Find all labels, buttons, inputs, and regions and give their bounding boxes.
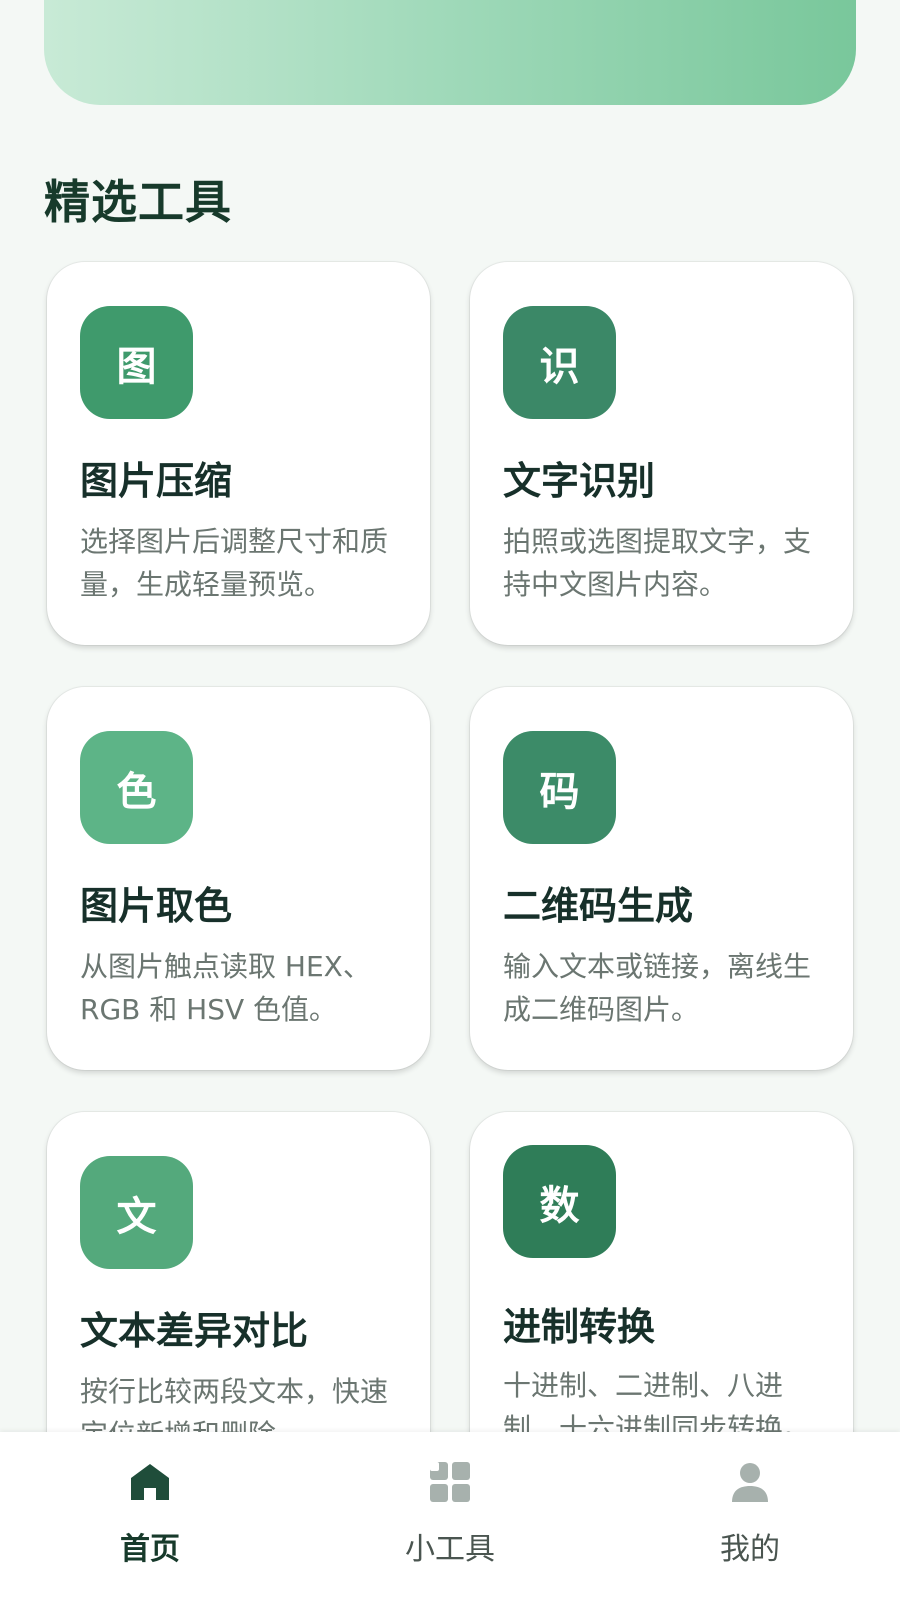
text-diff-icon: 文: [80, 1156, 193, 1269]
tab-me[interactable]: 我的: [650, 1432, 850, 1600]
card-title: 图片取色: [80, 884, 233, 928]
tool-card-image-compress[interactable]: 图 图片压缩 选择图片后调整尺寸和质量，生成轻量预览。: [47, 262, 430, 645]
card-description: 选择图片后调整尺寸和质量，生成轻量预览。: [80, 525, 389, 601]
tool-card-text-diff[interactable]: 文 文本差异对比 按行比较两段文本，快速定位新增和删除。: [47, 1112, 430, 1432]
tab-home[interactable]: 首页: [50, 1432, 250, 1600]
card-description: 从图片触点读取 HEX、RGB 和 HSV 色值。: [80, 950, 371, 1026]
base-converter-icon: 数: [503, 1145, 616, 1258]
person-icon: [732, 1463, 768, 1502]
tab-label-home: 首页: [120, 1532, 180, 1567]
tab-tools[interactable]: 小工具: [350, 1432, 550, 1600]
image-compress-icon: 图: [80, 306, 193, 419]
card-title: 文字识别: [503, 459, 656, 503]
tool-card-color-picker[interactable]: 色 图片取色 从图片触点读取 HEX、RGB 和 HSV 色值。: [47, 687, 430, 1070]
bottom-tab-bar: 首页 小工具 我的: [0, 1432, 900, 1600]
card-title: 二维码生成: [503, 884, 694, 928]
tool-card-base-converter[interactable]: 数 进制转换 十进制、二进制、八进制、十六进制同步转换。: [470, 1112, 853, 1432]
card-description: 按行比较两段文本，快速定位新增和删除。: [80, 1375, 389, 1432]
text-recognition-icon: 识: [503, 306, 616, 419]
card-title: 图片压缩: [80, 459, 233, 503]
home-icon: [131, 1464, 169, 1500]
card-description: 输入文本或链接，离线生成二维码图片。: [503, 950, 812, 1026]
grid-icon: [430, 1462, 470, 1502]
tool-card-text-recognition[interactable]: 识 文字识别 拍照或选图提取文字，支持中文图片内容。: [470, 262, 853, 645]
tab-label-me: 我的: [720, 1532, 780, 1567]
tool-card-qrcode-generator[interactable]: 码 二维码生成 输入文本或链接，离线生成二维码图片。: [470, 687, 853, 1070]
tab-label-tools: 小工具: [405, 1532, 495, 1567]
tool-grid: 图 图片压缩 选择图片后调整尺寸和质量，生成轻量预览。 识 文字识别 拍照或选图…: [0, 0, 900, 1432]
card-title: 进制转换: [503, 1305, 656, 1349]
card-description: 十进制、二进制、八进制、十六进制同步转换。: [503, 1369, 812, 1432]
card-title: 文本差异对比: [80, 1309, 309, 1353]
color-picker-icon: 色: [80, 731, 193, 844]
qrcode-icon: 码: [503, 731, 616, 844]
card-description: 拍照或选图提取文字，支持中文图片内容。: [503, 525, 812, 601]
